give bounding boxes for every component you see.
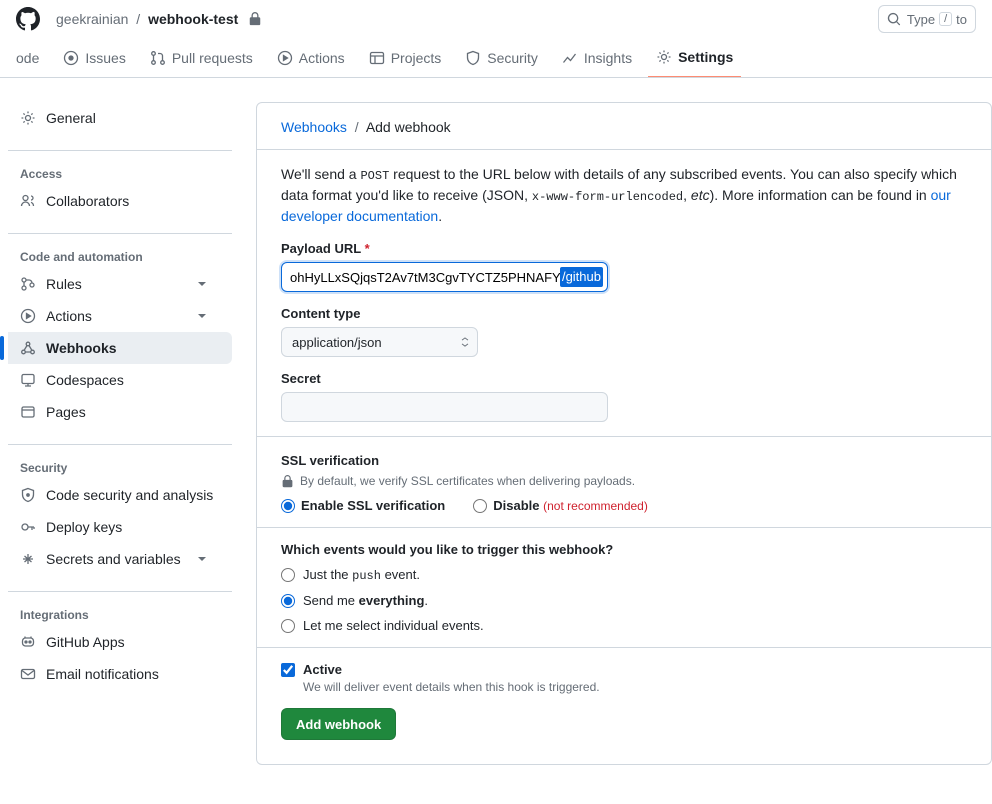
sidebar-item-collaborators[interactable]: Collaborators [8, 185, 232, 217]
tab-pulls[interactable]: Pull requests [142, 38, 261, 78]
search-button[interactable]: Type / to [878, 5, 976, 33]
tab-insights[interactable]: Insights [554, 38, 640, 78]
chevron-down-icon [194, 308, 210, 324]
ssl-note: By default, we verify SSL certificates w… [281, 474, 967, 488]
sidebar-heading-security: Security [8, 453, 232, 479]
tab-code[interactable]: ode [16, 38, 47, 78]
payload-url-input[interactable] [281, 262, 608, 292]
sidebar-heading-code: Code and automation [8, 242, 232, 268]
main-panel: Webhooks / Add webhook We'll send a POST… [256, 102, 992, 765]
tab-actions[interactable]: Actions [269, 38, 353, 78]
active-description: We will deliver event details when this … [303, 680, 967, 694]
sidebar-item-pages[interactable]: Pages [8, 396, 232, 428]
content-type-label: Content type [281, 306, 967, 321]
events-everything-radio[interactable]: Send me everything. [281, 593, 967, 608]
content-type-select[interactable]: application/json [281, 327, 478, 357]
tab-projects[interactable]: Projects [361, 38, 450, 78]
lock-icon [248, 12, 262, 26]
events-just-push-radio[interactable]: Just the push event. [281, 567, 967, 583]
breadcrumb-webhooks-link[interactable]: Webhooks [281, 119, 347, 135]
lock-icon [281, 475, 294, 488]
events-heading: Which events would you like to trigger t… [281, 542, 967, 557]
sidebar-item-emailnotif[interactable]: Email notifications [8, 658, 232, 690]
chevron-down-icon [194, 276, 210, 292]
repo-nav: ode Issues Pull requests Actions Project… [0, 38, 992, 78]
sidebar-item-codespaces[interactable]: Codespaces [8, 364, 232, 396]
tab-settings[interactable]: Settings [648, 38, 741, 78]
ssl-heading: SSL verification [281, 453, 967, 468]
sidebar-item-actions[interactable]: Actions [8, 300, 232, 332]
breadcrumb: geekrainian / webhook-test [56, 11, 262, 27]
owner-link[interactable]: geekrainian [56, 11, 128, 27]
sidebar-item-ghapps[interactable]: GitHub Apps [8, 626, 232, 658]
tab-issues[interactable]: Issues [55, 38, 133, 78]
sidebar-item-general[interactable]: General [8, 102, 232, 134]
settings-sidebar: General Access Collaborators Code and au… [0, 102, 232, 765]
secret-label: Secret [281, 371, 967, 386]
sidebar-item-secretsvars[interactable]: Secrets and variables [8, 543, 232, 575]
sidebar-heading-access: Access [8, 159, 232, 185]
ssl-enable-radio[interactable]: Enable SSL verification [281, 498, 445, 513]
secret-input[interactable] [281, 392, 608, 422]
breadcrumb-current: Add webhook [366, 119, 451, 135]
repo-link[interactable]: webhook-test [148, 11, 238, 27]
sidebar-item-rules[interactable]: Rules [8, 268, 232, 300]
sidebar-item-webhooks[interactable]: Webhooks [8, 332, 232, 364]
intro-text: We'll send a POST request to the URL bel… [281, 164, 967, 227]
add-webhook-button[interactable]: Add webhook [281, 708, 396, 740]
sidebar-item-deploykeys[interactable]: Deploy keys [8, 511, 232, 543]
github-logo-icon[interactable] [16, 7, 40, 31]
sidebar-item-codesec[interactable]: Code security and analysis [8, 479, 232, 511]
ssl-disable-radio[interactable]: Disable (not recommended) [473, 498, 648, 513]
page-breadcrumb: Webhooks / Add webhook [281, 119, 967, 135]
tab-security[interactable]: Security [457, 38, 546, 78]
payload-url-label: Payload URL * [281, 241, 967, 256]
events-individual-radio[interactable]: Let me select individual events. [281, 618, 967, 633]
search-icon [887, 12, 901, 26]
chevron-down-icon [194, 551, 210, 567]
select-caret-icon [459, 336, 471, 348]
sidebar-heading-integrations: Integrations [8, 600, 232, 626]
